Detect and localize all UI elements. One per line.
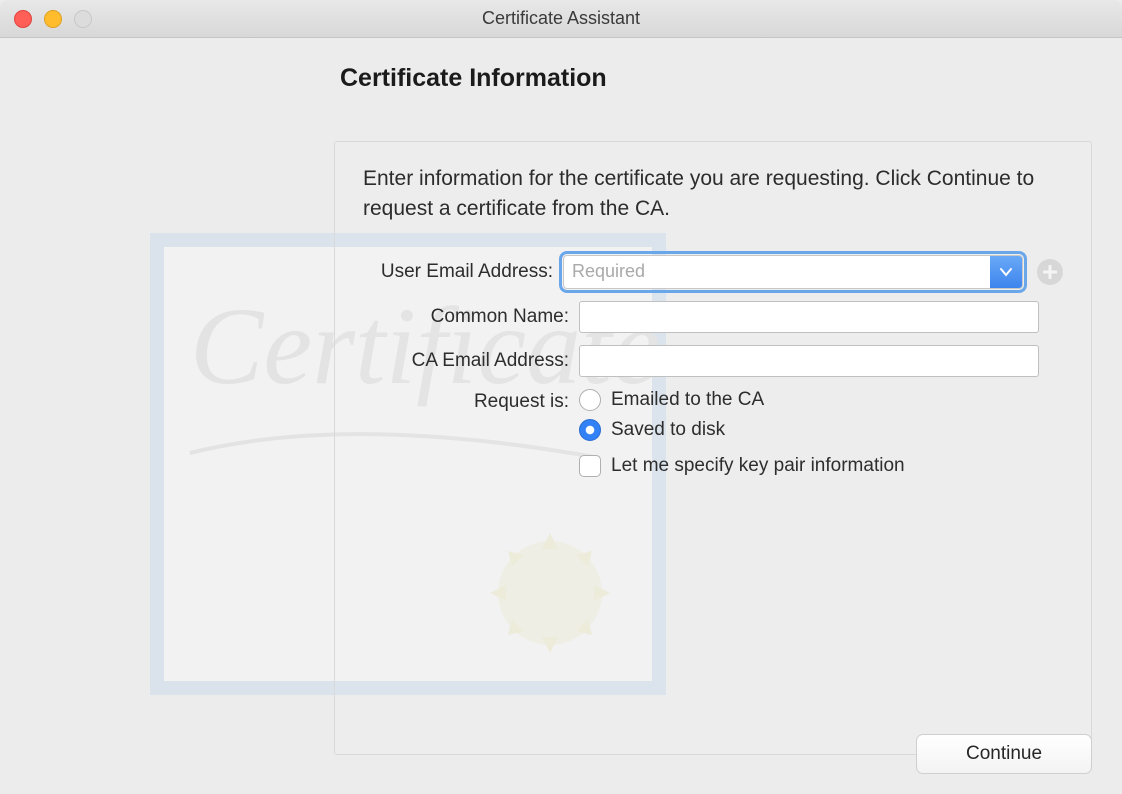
checkbox-keypair-info[interactable]: Let me specify key pair information [579, 455, 905, 477]
row-request-is: Request is: Emailed to the CA Saved to d… [363, 389, 1063, 477]
user-email-combo[interactable] [563, 255, 1023, 289]
window-title: Certificate Assistant [0, 8, 1122, 29]
main-panel: Enter information for the certificate yo… [334, 141, 1092, 755]
page-heading: Certificate Information [340, 64, 1092, 93]
label-ca-email: CA Email Address: [363, 350, 569, 372]
chevron-down-icon [1000, 267, 1012, 277]
label-request-is: Request is: [363, 389, 569, 413]
label-user-email: User Email Address: [363, 261, 553, 283]
checkbox-indicator [579, 455, 601, 477]
row-user-email: User Email Address: [363, 255, 1063, 289]
user-email-dropdown-button[interactable] [990, 256, 1022, 288]
radio-label-emailed: Emailed to the CA [611, 389, 764, 411]
checkbox-label: Let me specify key pair information [611, 455, 905, 477]
instructions-text: Enter information for the certificate yo… [335, 142, 1091, 237]
row-ca-email: CA Email Address: [363, 345, 1063, 377]
form: User Email Address: [335, 237, 1091, 477]
plus-icon [1043, 265, 1057, 279]
user-email-input[interactable] [564, 256, 990, 288]
titlebar: Certificate Assistant [0, 0, 1122, 38]
radio-indicator-emailed [579, 389, 601, 411]
radio-emailed-to-ca[interactable]: Emailed to the CA [579, 389, 905, 411]
row-common-name: Common Name: [363, 301, 1063, 333]
ca-email-input[interactable] [579, 345, 1039, 377]
common-name-input[interactable] [579, 301, 1039, 333]
request-is-radio-group: Emailed to the CA Saved to disk Let me s… [579, 389, 905, 477]
continue-button[interactable]: Continue [916, 734, 1092, 774]
label-common-name: Common Name: [363, 306, 569, 328]
radio-indicator-saved [579, 419, 601, 441]
content-area: Certificate [0, 38, 1122, 794]
radio-label-saved: Saved to disk [611, 419, 725, 441]
radio-saved-to-disk[interactable]: Saved to disk [579, 419, 905, 441]
add-email-button[interactable] [1037, 259, 1063, 285]
